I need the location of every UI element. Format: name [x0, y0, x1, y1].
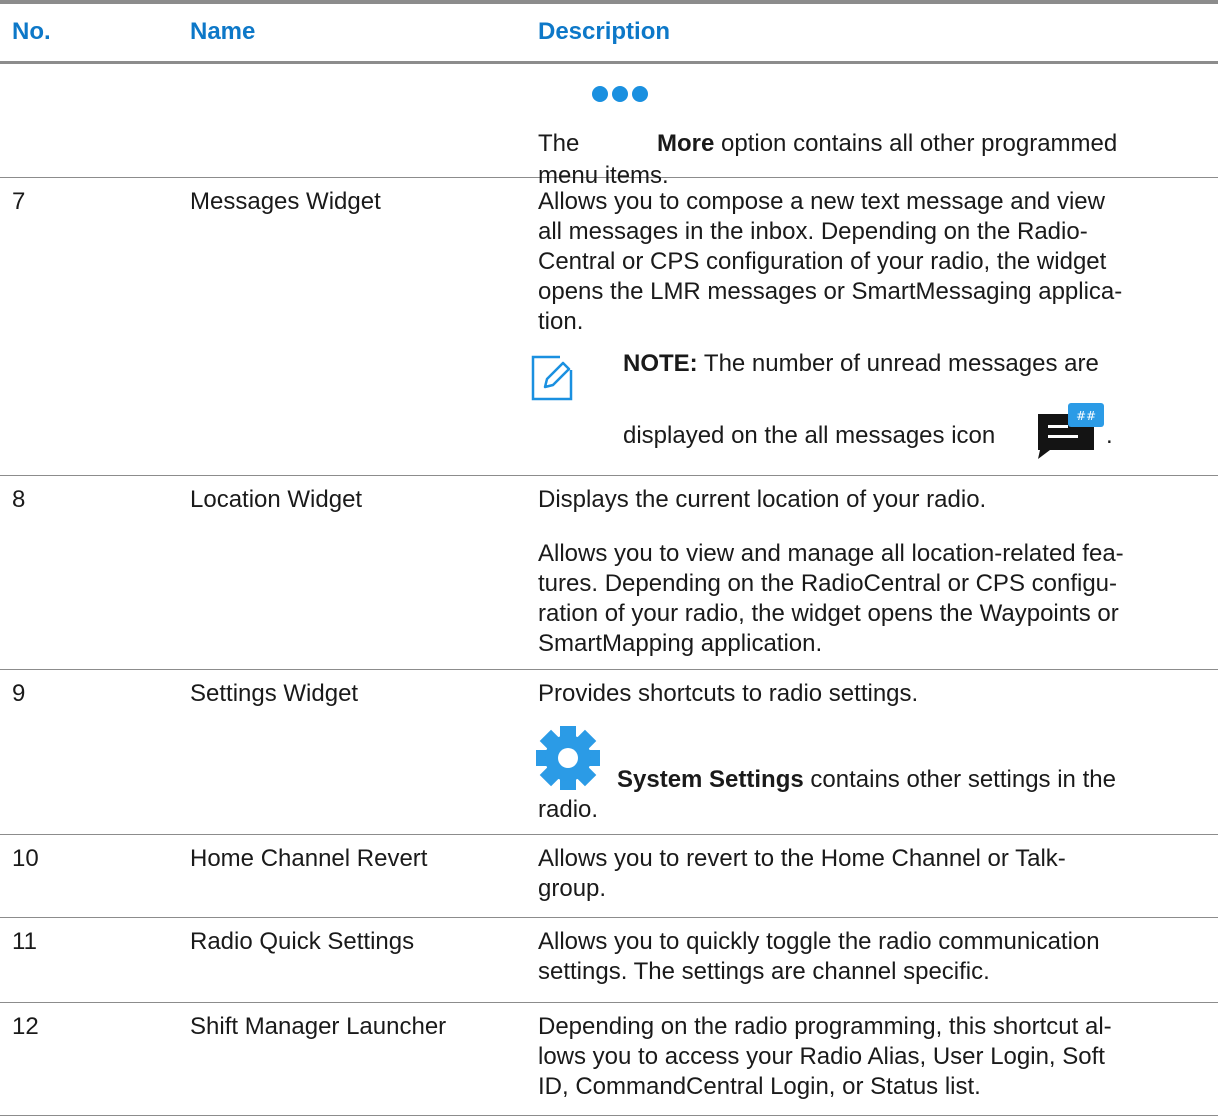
- row-description: Depending on the radio programming, this…: [538, 1003, 1178, 1116]
- row-number: 12: [12, 1013, 39, 1040]
- header-description: Description: [538, 18, 671, 45]
- row-name: Home Channel Revert: [190, 845, 428, 872]
- table-row: 12 Shift Manager Launcher Depending on t…: [0, 1003, 1218, 1116]
- desc-line1-rest: contains other settings in the: [810, 766, 1116, 793]
- note-end: .: [1106, 422, 1113, 449]
- row-name: Settings Widget: [190, 680, 359, 707]
- desc-line: SmartMapping application.: [538, 630, 823, 657]
- desc-line: opens the LMR messages or SmartMessaging…: [538, 278, 1123, 305]
- table-row: 7 Messages Widget Allows you to compose …: [0, 178, 1218, 476]
- header-name: Name: [190, 18, 256, 45]
- row-description: Allows you to revert to the Home Channel…: [538, 835, 1178, 918]
- note-text-line1: The number of unread messages are: [703, 350, 1099, 377]
- row-name: Messages Widget: [190, 188, 381, 215]
- desc-line: Allows you to view and manage all locati…: [538, 540, 1124, 567]
- desc-paragraph: Provides shortcuts to radio settings.: [538, 680, 919, 707]
- desc-paragraph: Displays the current location of your ra…: [538, 486, 987, 513]
- row-number: 7: [12, 188, 26, 215]
- desc-line: Central or CPS configuration of your rad…: [538, 248, 1107, 275]
- row-number: 9: [12, 680, 26, 707]
- table-row: 9 Settings Widget Provides shortcuts to …: [0, 670, 1218, 835]
- messages-icon: ##: [1038, 403, 1104, 459]
- desc-line: Allows you to quickly toggle the radio c…: [538, 928, 1100, 955]
- more-dots-icon: [592, 86, 652, 102]
- desc-line: ration of your radio, the widget opens t…: [538, 600, 1119, 627]
- row-description: Displays the current location of your ra…: [538, 476, 1178, 670]
- desc-line: lows you to access your Radio Alias, Use…: [538, 1043, 1105, 1070]
- desc-line: Depending on the radio programming, this…: [538, 1013, 1112, 1040]
- note-pencil-icon: [531, 355, 573, 401]
- row-description: Allows you to compose a new text message…: [531, 178, 1178, 476]
- table-header: No. Name Description: [0, 4, 1218, 64]
- row-number: 10: [12, 845, 39, 872]
- desc-line: settings. The settings are channel speci…: [538, 958, 990, 985]
- system-settings-label: System Settings: [617, 766, 804, 793]
- desc-line: tion.: [538, 308, 584, 335]
- note-label: NOTE:: [623, 350, 698, 377]
- desc-line: ID, CommandCentral Login, or Status list…: [538, 1073, 981, 1100]
- desc-line: tures. Depending on the RadioCentral or …: [538, 570, 1117, 597]
- row-number: 8: [12, 486, 26, 513]
- desc-line1-rest: option contains all other programmed: [721, 130, 1118, 157]
- desc-line: Allows you to compose a new text message…: [538, 188, 1105, 215]
- row-description: Allows you to quickly toggle the radio c…: [538, 918, 1178, 1003]
- table-row: 8 Location Widget Displays the current l…: [0, 476, 1218, 670]
- desc-line: Allows you to revert to the Home Channel…: [538, 845, 1066, 872]
- gear-icon: [536, 726, 600, 790]
- row-description: Provides shortcuts to radio settings. Sy…: [536, 670, 1178, 835]
- row-name: Shift Manager Launcher: [190, 1013, 447, 1040]
- svg-text:##: ##: [1076, 409, 1096, 423]
- row-description: The More option contains all other progr…: [538, 64, 1178, 189]
- table-row: 10 Home Channel Revert Allows you to rev…: [0, 835, 1218, 918]
- desc-line2: radio.: [538, 796, 599, 823]
- table-row: 11 Radio Quick Settings Allows you to qu…: [0, 918, 1218, 1003]
- table-row: The More option contains all other progr…: [0, 64, 1218, 189]
- note-text-line2: displayed on the all messages icon: [623, 422, 996, 449]
- row-number: 11: [12, 928, 37, 955]
- more-label: More: [657, 130, 715, 157]
- desc-line: all messages in the inbox. Depending on …: [538, 218, 1088, 245]
- row-name: Location Widget: [190, 486, 363, 513]
- desc-text-the: The: [538, 130, 580, 157]
- row-name: Radio Quick Settings: [190, 928, 415, 955]
- desc-line: group.: [538, 875, 607, 902]
- header-no: No.: [12, 18, 51, 45]
